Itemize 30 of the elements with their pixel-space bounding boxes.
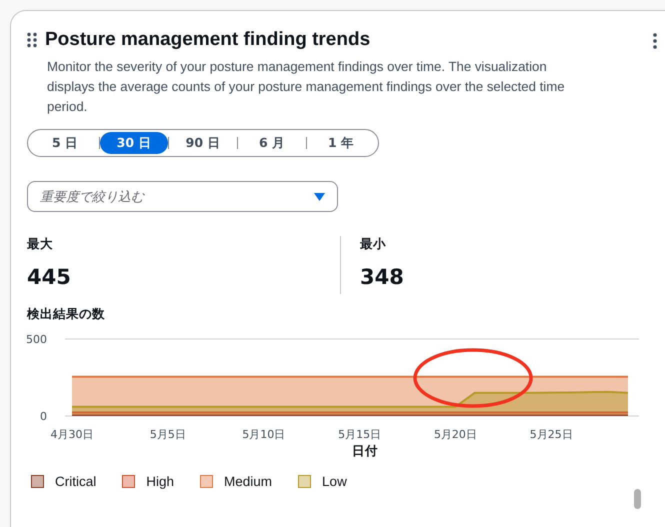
x-tick-label: 5月25日 (530, 428, 573, 441)
more-options-icon[interactable] (653, 33, 657, 49)
legend-label: Medium (224, 474, 272, 489)
drag-handle-icon[interactable] (27, 32, 37, 48)
x-tick-label: 5月20日 (434, 428, 477, 441)
stat-label: 最大 (27, 236, 54, 253)
stat-value: 348 (360, 265, 405, 289)
x-tick-label: 5月15日 (338, 428, 382, 441)
scroll-thumb[interactable] (634, 489, 641, 509)
caret-icon (314, 192, 325, 200)
chart-title: 検出結果の数 (27, 306, 106, 323)
x-tick-label: 5月5日 (150, 428, 186, 441)
range-option[interactable]: 30 日 (100, 132, 168, 154)
range-option[interactable]: 6 月 (238, 132, 306, 154)
card-title: Posture management finding trends (45, 29, 370, 51)
severity-filter-dropdown[interactable]: 重要度で絞り込む (27, 181, 338, 212)
x-tick-label: 4月30日 (50, 428, 94, 441)
range-option[interactable]: 90 日 (169, 132, 237, 154)
range-option[interactable]: 1 年 (307, 132, 375, 154)
y-tick-label: 0 (40, 410, 47, 423)
stat-label: 最小 (360, 236, 387, 253)
legend-label: Low (322, 474, 347, 489)
range-option[interactable]: 5 日 (31, 132, 99, 154)
legend-label: High (146, 474, 174, 489)
stat-value: 445 (27, 265, 72, 289)
x-axis-title: 日付 (352, 443, 378, 460)
card-description: Monitor the severity of your posture management findings over time. The visualization displays the average counts of your posture management findings over the selected time period. (47, 58, 566, 116)
x-tick-label: 5月10日 (242, 428, 286, 441)
y-tick-label: 500 (27, 333, 47, 346)
legend-label: Critical (55, 474, 96, 489)
